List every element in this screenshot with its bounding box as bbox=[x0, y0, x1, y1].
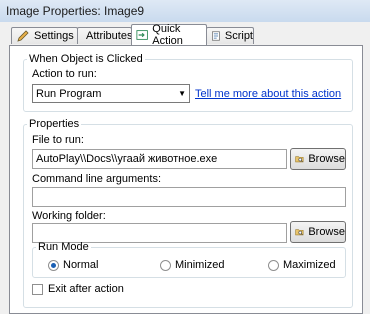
file-input-value: AutoPlay\\Docs\\угаай животное.exe bbox=[36, 153, 218, 165]
tab-script-label: Script bbox=[224, 30, 253, 42]
folder-search-icon bbox=[295, 156, 304, 163]
working-folder-browse-button[interactable]: Browse bbox=[290, 221, 346, 243]
exit-after-label: Exit after action bbox=[48, 283, 124, 295]
tab-attributes-label: Attributes bbox=[86, 30, 133, 42]
run-mode-minimized-label: Minimized bbox=[175, 259, 225, 271]
working-folder-input[interactable] bbox=[32, 223, 287, 243]
action-label: Action to run: bbox=[32, 68, 97, 80]
exit-after-checkbox[interactable]: Exit after action bbox=[32, 283, 124, 295]
working-folder-label: Working folder: bbox=[32, 210, 106, 222]
window-title: Image Properties: Image9 bbox=[6, 4, 145, 18]
when-clicked-group: When Object is Clicked bbox=[23, 53, 353, 112]
args-label: Command line arguments: bbox=[32, 173, 162, 185]
checkbox-box bbox=[32, 283, 43, 295]
script-icon bbox=[212, 31, 220, 41]
file-browse-button[interactable]: Browse bbox=[290, 148, 346, 170]
run-mode-normal-label: Normal bbox=[63, 259, 99, 271]
action-dropdown[interactable]: Run Program ▼ bbox=[32, 84, 190, 103]
help-link[interactable]: Tell me more about this action bbox=[195, 88, 341, 100]
run-mode-normal-radio[interactable]: Normal bbox=[48, 259, 98, 271]
tab-script[interactable]: Script bbox=[206, 27, 254, 44]
file-label: File to run: bbox=[32, 134, 84, 146]
tab-attributes[interactable]: Attributes bbox=[77, 27, 132, 44]
radio-selected-indicator bbox=[48, 259, 59, 271]
folder-search-icon bbox=[295, 229, 304, 236]
pencil-icon bbox=[17, 30, 29, 42]
when-clicked-legend: When Object is Clicked bbox=[29, 53, 143, 65]
file-input[interactable]: AutoPlay\\Docs\\угаай животное.exe bbox=[32, 149, 287, 169]
quick-action-icon bbox=[136, 30, 148, 40]
tab-quick-action[interactable]: Quick Action bbox=[131, 23, 207, 47]
run-mode-legend: Run Mode bbox=[38, 241, 89, 253]
tab-quick-action-label: Quick Action bbox=[152, 23, 183, 47]
tab-strip: Settings Attributes Quick Action Script bbox=[0, 22, 370, 47]
tab-settings[interactable]: Settings bbox=[11, 27, 78, 44]
radio-indicator bbox=[268, 259, 279, 271]
run-mode-maximized-label: Maximized bbox=[283, 259, 336, 271]
working-folder-browse-label: Browse bbox=[308, 226, 345, 238]
chevron-down-icon: ▼ bbox=[178, 89, 186, 98]
title-bar: Image Properties: Image9 bbox=[0, 0, 370, 22]
properties-legend: Properties bbox=[29, 118, 80, 130]
run-mode-maximized-radio[interactable]: Maximized bbox=[268, 259, 336, 271]
action-dropdown-value: Run Program bbox=[36, 87, 102, 100]
tab-settings-label: Settings bbox=[34, 30, 74, 42]
args-input[interactable] bbox=[32, 187, 346, 207]
run-mode-minimized-radio[interactable]: Minimized bbox=[160, 259, 225, 271]
quick-action-panel: When Object is Clicked Action to run: Ru… bbox=[9, 45, 363, 314]
file-browse-label: Browse bbox=[308, 153, 345, 165]
radio-indicator bbox=[160, 259, 171, 271]
